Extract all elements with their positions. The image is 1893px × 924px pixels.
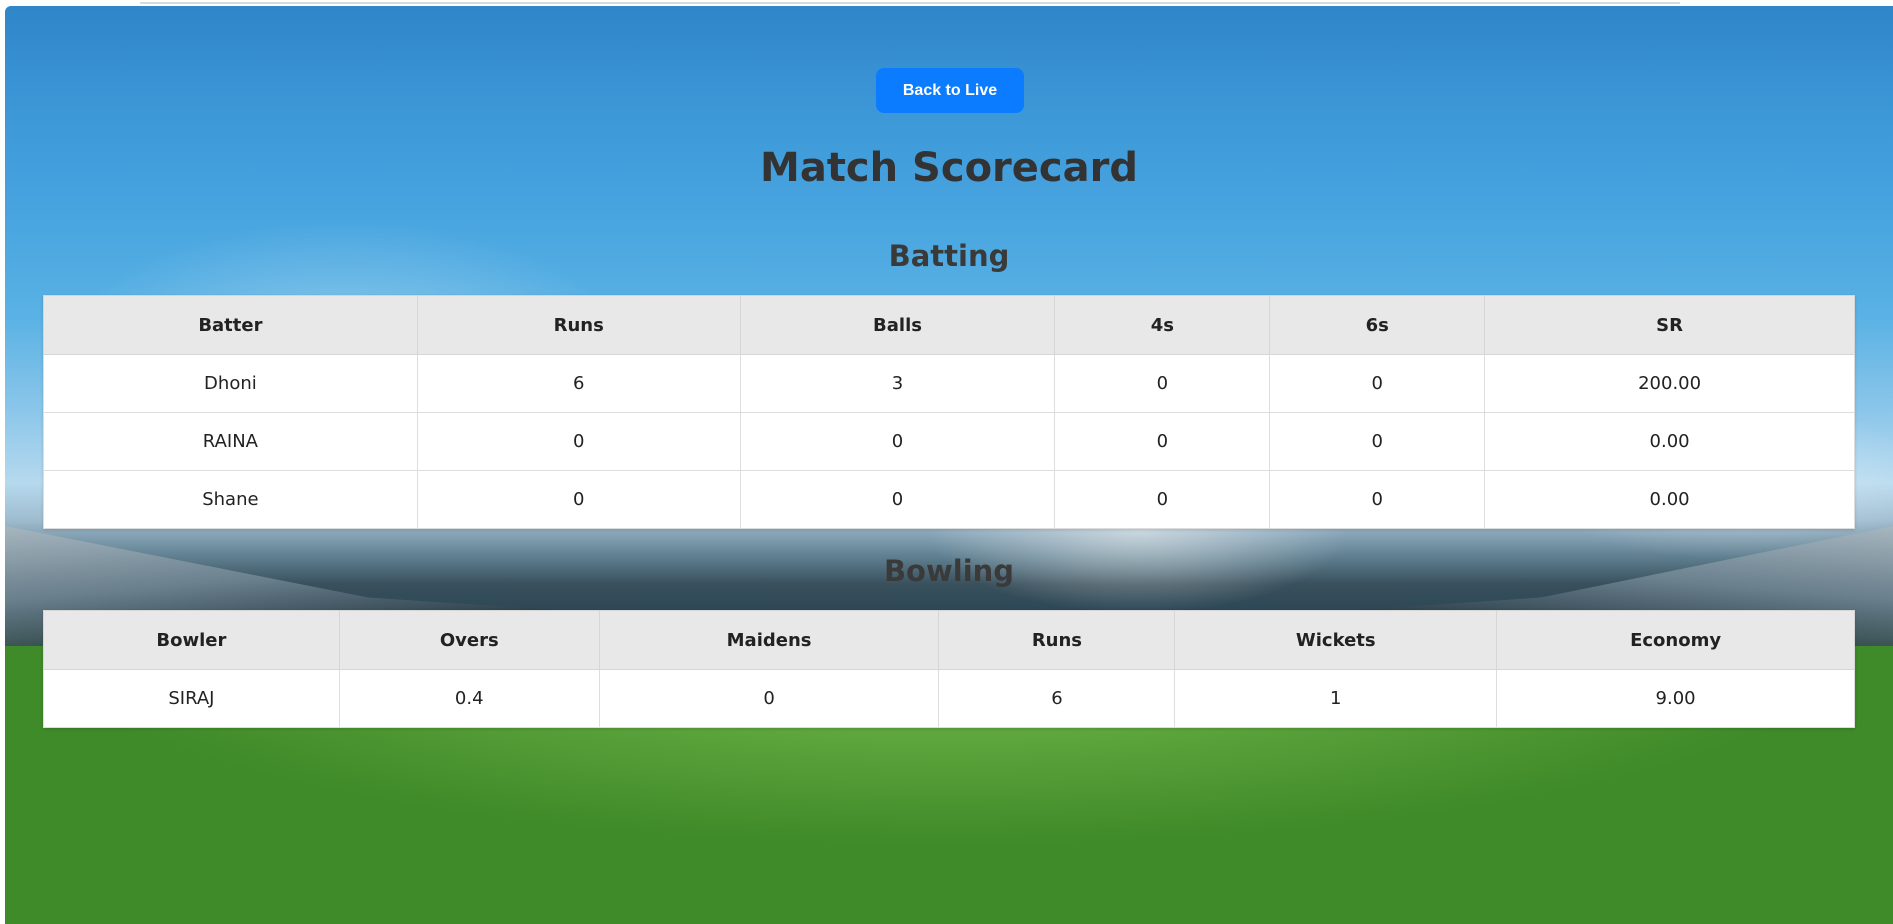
batting-section-title: Batting [888, 239, 1010, 273]
page-title: Match Scorecard [760, 145, 1138, 191]
bowler-maidens: 0 [598, 669, 940, 728]
bowling-header-economy: Economy [1496, 610, 1855, 670]
batting-header-row: Batter Runs Balls 4s 6s SR [43, 295, 1855, 355]
bowling-header-row: Bowler Overs Maidens Runs Wickets Econom… [43, 610, 1855, 670]
batter-runs: 6 [416, 354, 741, 413]
bowler-economy: 9.00 [1496, 669, 1855, 728]
table-row: SIRAJ 0.4 0 6 1 9.00 [43, 669, 1855, 728]
bowler-name: SIRAJ [43, 669, 340, 728]
batter-strike-rate: 0.00 [1484, 470, 1855, 529]
bowling-header-overs: Overs [338, 610, 600, 670]
batter-sixes: 0 [1269, 412, 1486, 471]
batter-name: RAINA [43, 412, 418, 471]
batting-table: Batter Runs Balls 4s 6s SR Dhoni 6 3 0 0… [43, 295, 1855, 529]
bowling-header-wickets: Wickets [1174, 610, 1498, 670]
batter-strike-rate: 200.00 [1484, 354, 1855, 413]
table-row: Shane 0 0 0 0 0.00 [43, 470, 1855, 529]
batter-fours: 0 [1054, 412, 1271, 471]
table-row: RAINA 0 0 0 0 0.00 [43, 412, 1855, 471]
batter-sixes: 0 [1269, 470, 1486, 529]
bowling-header-bowler: Bowler [43, 610, 340, 670]
batter-name: Shane [43, 470, 418, 529]
batter-fours: 0 [1054, 354, 1271, 413]
batter-runs: 0 [416, 470, 741, 529]
bowling-header-runs: Runs [938, 610, 1176, 670]
batting-header-balls: Balls [739, 295, 1056, 355]
batter-fours: 0 [1054, 470, 1271, 529]
table-row: Dhoni 6 3 0 0 200.00 [43, 354, 1855, 413]
bowler-runs: 6 [938, 669, 1176, 728]
bowler-overs: 0.4 [338, 669, 600, 728]
batting-header-fours: 4s [1054, 295, 1271, 355]
bowling-section-title: Bowling [883, 554, 1015, 588]
batting-header-sixes: 6s [1269, 295, 1486, 355]
batter-balls: 0 [739, 470, 1056, 529]
batting-header-batter: Batter [43, 295, 418, 355]
batter-sixes: 0 [1269, 354, 1486, 413]
stadium-background: Back to Live Match Scorecard Batting Bat… [5, 6, 1893, 924]
batting-header-strike-rate: SR [1484, 295, 1855, 355]
bowling-header-maidens: Maidens [598, 610, 940, 670]
bowling-table: Bowler Overs Maidens Runs Wickets Econom… [43, 610, 1855, 728]
batter-strike-rate: 0.00 [1484, 412, 1855, 471]
batter-balls: 0 [739, 412, 1056, 471]
top-divider [140, 2, 1680, 4]
batter-runs: 0 [416, 412, 741, 471]
bowler-wickets: 1 [1174, 669, 1498, 728]
batting-header-runs: Runs [416, 295, 741, 355]
batter-balls: 3 [739, 354, 1056, 413]
batter-name: Dhoni [43, 354, 418, 413]
back-to-live-button[interactable]: Back to Live [876, 68, 1024, 113]
